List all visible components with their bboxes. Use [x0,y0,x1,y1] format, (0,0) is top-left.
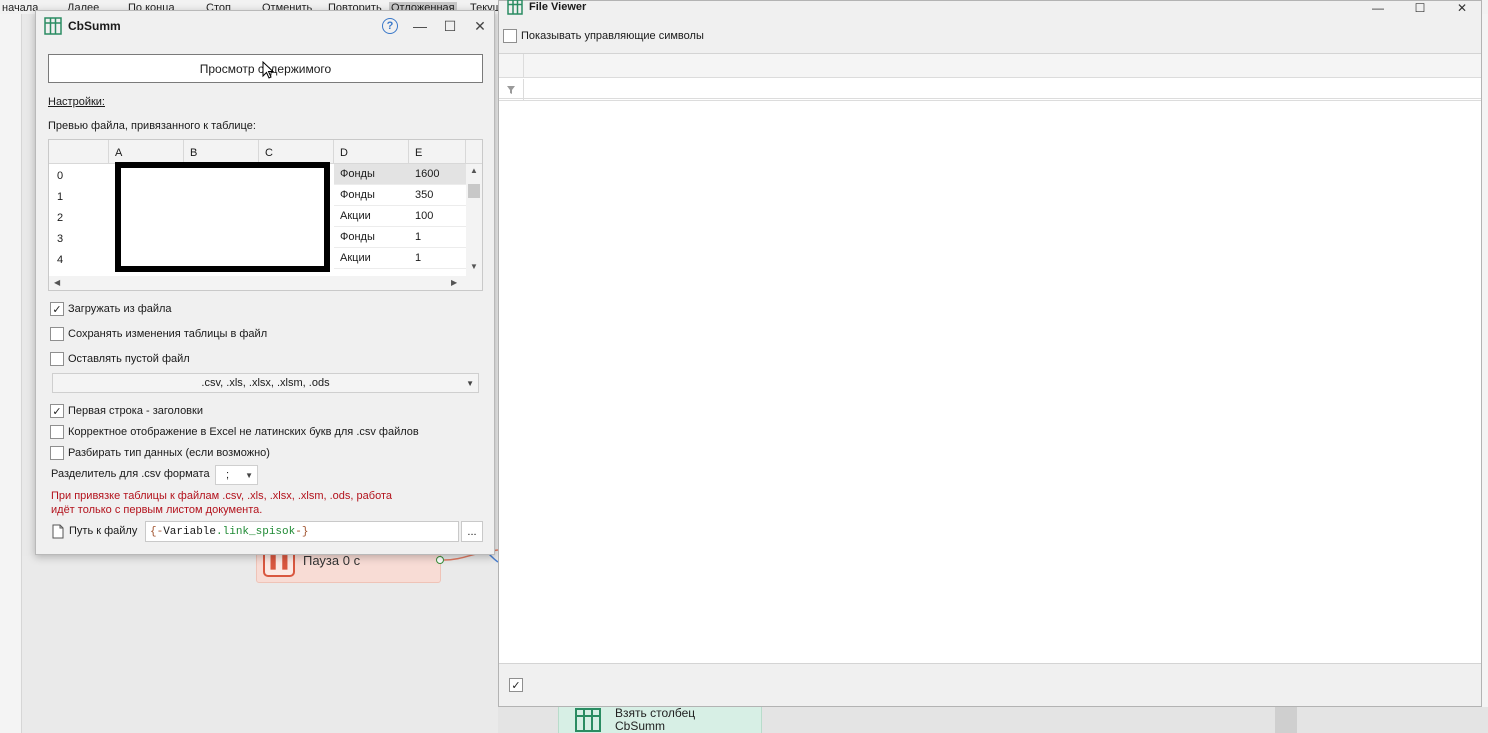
maximize-icon[interactable]: ☐ [1411,1,1429,15]
table-cell[interactable]: 1600 [409,164,466,185]
row-index: 2 [57,212,64,224]
row-index: 3 [57,233,64,245]
show-control-chars-label: Показывать управляющие символы [521,30,704,42]
take-column-block[interactable]: Взять столбец CbSumm [558,707,762,733]
parse-types-option[interactable]: Разбирать тип данных (если возможно) [50,444,270,462]
file-path-input[interactable]: {-Variable.link_spisok-} [145,521,459,542]
maximize-icon[interactable]: ☐ [441,17,459,35]
table-cell[interactable]: Акции [334,206,409,227]
take-block-label: Взять столбец CbSumm [615,706,696,733]
scroll-down-icon[interactable]: ▼ [470,262,478,271]
scroll-up-icon[interactable]: ▲ [470,166,478,175]
parse-types-checkbox[interactable] [50,446,64,460]
redacted-area [115,162,330,272]
browse-button[interactable]: ... [461,521,483,542]
file-icon [52,524,64,539]
background-right-strip [1482,14,1488,733]
column-header[interactable]: E [409,140,466,164]
header-corner [49,140,109,164]
scroll-left-icon[interactable]: ◀ [54,278,60,287]
dialog-titlebar[interactable]: CbSumm ? — ☐ ✕ [36,11,494,41]
save-changes-checkbox[interactable] [50,327,64,341]
background-block [1275,707,1297,733]
show-control-chars-option[interactable]: Показывать управляющие символы [503,29,704,43]
row-index: 4 [57,254,64,266]
table-cell[interactable]: 1 [409,248,466,269]
first-row-headers-option[interactable]: ✓ Первая строка - заголовки [50,402,203,420]
file-format-select[interactable]: .csv, .xls, .xlsx, .xlsm, .ods ▼ [52,373,479,393]
show-control-chars-checkbox[interactable] [503,29,517,43]
table-icon [507,0,523,15]
background-left-panel [0,14,22,733]
settings-link[interactable]: Настройки: [48,96,105,108]
row-index: 0 [57,170,64,182]
close-icon[interactable]: ✕ [1453,1,1471,15]
file-format-value: .csv, .xls, .xlsx, .xlsm, .ods [201,377,330,389]
help-icon[interactable]: ? [382,18,398,34]
row-index: 1 [57,191,64,203]
table-header: A B C D E [49,140,482,164]
table-cell[interactable]: Фонды [334,164,409,185]
close-icon[interactable]: ✕ [471,17,489,35]
table-cell[interactable]: Фонды [334,227,409,248]
minimize-icon[interactable]: — [1369,1,1387,15]
chevron-down-icon: ▼ [466,379,474,388]
scroll-right-icon[interactable]: ▶ [451,278,457,287]
table-icon [575,708,601,732]
excel-nonlatin-checkbox[interactable] [50,425,64,439]
file-path-label: Путь к файлу [69,525,138,537]
viewer-titlebar[interactable]: File Viewer — ☐ ✕ [499,0,1481,17]
viewer-title: File Viewer [529,1,587,13]
file-viewer-window: File Viewer — ☐ ✕ Показывать управляющие… [498,0,1482,707]
separator-value: ; [226,469,230,481]
viewer-filter-row[interactable] [499,79,1481,101]
filter-icon[interactable] [499,79,524,101]
pause-block-label: Пауза 0 с [303,553,361,568]
column-header[interactable]: C [259,140,334,164]
dialog-title: CbSumm [68,19,121,33]
mouse-cursor-icon [262,61,274,79]
leave-empty-label: Оставлять пустой файл [68,353,190,365]
column-header[interactable]: B [184,140,259,164]
toolbar-item-start[interactable]: начала [2,2,38,14]
leave-empty-checkbox[interactable] [50,352,64,366]
table-cell[interactable]: 1 [409,227,466,248]
preview-table[interactable]: A B C D E 0 1 2 3 4 Фонды 1600 Фонды 350… [48,139,483,291]
table-cell[interactable]: 100 [409,206,466,227]
load-from-file-checkbox[interactable]: ✓ [50,302,64,316]
excel-nonlatin-option[interactable]: Корректное отображение в Excel не латинс… [50,423,419,441]
save-changes-option[interactable]: Сохранять изменения таблицы в файл [50,325,267,343]
first-row-headers-label: Первая строка - заголовки [68,405,203,417]
ok-checkmark-button[interactable]: ✓ [509,678,523,692]
warning-text: При привязке таблицы к файлам .csv, .xls… [51,490,392,516]
separator-select[interactable]: ; ▼ [215,465,258,485]
save-changes-label: Сохранять изменения таблицы в файл [68,328,268,340]
leave-empty-option[interactable]: Оставлять пустой файл [50,350,190,368]
parse-types-label: Разбирать тип данных (если возможно) [68,447,270,459]
chevron-down-icon: ▼ [245,471,253,480]
vertical-scrollbar[interactable]: ▲ ▼ [466,164,482,276]
viewer-table-header [499,54,1481,78]
connector-dot[interactable] [436,556,444,564]
load-from-file-label: Загружать из файла [68,303,172,315]
cbsumm-dialog: CbSumm ? — ☐ ✕ Просмотр содержимого Наст… [35,10,495,555]
horizontal-scrollbar[interactable]: ◀ ▶ [49,276,482,290]
column-header[interactable]: A [109,140,184,164]
table-icon [44,17,62,35]
header-corner [499,54,524,78]
preview-label: Превью файла, привязанного к таблице: [48,120,256,132]
minimize-icon[interactable]: — [411,17,429,35]
load-from-file-option[interactable]: ✓ Загружать из файла [50,300,172,318]
excel-nonlatin-label: Корректное отображение в Excel не латинс… [68,426,419,438]
scroll-thumb[interactable] [468,184,480,198]
table-cell[interactable]: Фонды [334,185,409,206]
viewer-table[interactable] [499,53,1481,663]
table-cell[interactable]: Акции [334,248,409,269]
separator-label: Разделитель для .csv формата [51,468,210,480]
table-cell[interactable]: 350 [409,185,466,206]
viewer-footer: ✓ [499,663,1481,706]
column-header[interactable]: D [334,140,409,164]
first-row-headers-checkbox[interactable]: ✓ [50,404,64,418]
